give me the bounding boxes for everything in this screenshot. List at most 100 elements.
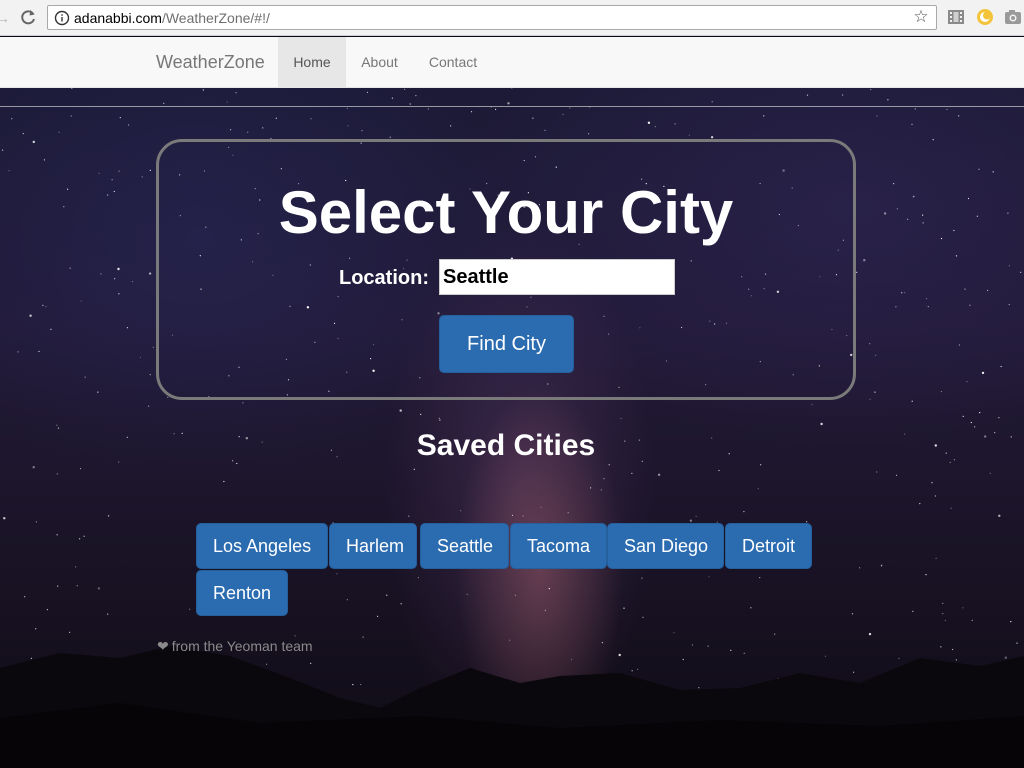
- star: [1, 149, 4, 151]
- star: [361, 130, 363, 132]
- star: [922, 214, 924, 216]
- star: [893, 183, 895, 185]
- star: [603, 478, 605, 480]
- star: [912, 610, 914, 612]
- saved-cities-title: Saved Cities: [416, 429, 596, 462]
- star: [760, 464, 762, 466]
- star: [391, 97, 393, 99]
- city-button-detroit[interactable]: Detroit: [725, 523, 812, 569]
- city-button-seattle[interactable]: Seattle: [420, 523, 509, 569]
- star: [152, 346, 154, 348]
- star: [953, 459, 956, 461]
- star: [945, 452, 947, 454]
- star: [22, 133, 24, 135]
- camera-extension-icon[interactable]: [1004, 9, 1024, 25]
- star: [608, 464, 610, 466]
- star: [967, 197, 970, 200]
- star: [1010, 436, 1012, 438]
- star: [932, 139, 934, 141]
- star: [856, 271, 858, 273]
- star: [3, 517, 6, 520]
- star: [887, 99, 889, 101]
- star: [111, 179, 113, 181]
- star: [743, 511, 745, 513]
- url-text: adanabbi.com/WeatherZone/#!/: [74, 9, 270, 27]
- city-button-los-angeles[interactable]: Los Angeles: [196, 523, 328, 569]
- star: [226, 101, 228, 103]
- star: [1000, 365, 1002, 368]
- star: [869, 398, 871, 400]
- star: [919, 503, 921, 505]
- star: [874, 391, 876, 393]
- star: [427, 108, 429, 110]
- star: [409, 103, 411, 105]
- star: [989, 472, 991, 474]
- star: [974, 426, 976, 428]
- film-extension-icon[interactable]: [947, 8, 965, 26]
- find-city-button[interactable]: Find City: [439, 315, 574, 373]
- star: [50, 328, 52, 330]
- location-input[interactable]: [439, 259, 675, 295]
- page-title: Select Your City: [278, 179, 734, 246]
- star: [922, 222, 924, 224]
- address-bar[interactable]: adanabbi.com/WeatherZone/#!/ ☆: [47, 5, 937, 30]
- star: [262, 127, 264, 129]
- url-host: adanabbi.com: [74, 10, 162, 26]
- star: [275, 117, 277, 119]
- star: [242, 402, 244, 404]
- star: [45, 306, 47, 308]
- reload-icon[interactable]: [18, 7, 38, 27]
- star: [58, 131, 60, 133]
- star: [413, 468, 415, 470]
- star: [43, 159, 46, 161]
- star: [495, 108, 497, 110]
- star: [57, 427, 60, 429]
- footer-text: from the Yeoman team: [171, 638, 313, 654]
- star: [42, 304, 44, 306]
- star: [32, 140, 35, 144]
- city-button-tacoma[interactable]: Tacoma: [510, 523, 607, 569]
- star: [903, 433, 906, 435]
- brand-link[interactable]: WeatherZone: [156, 37, 265, 88]
- star: [70, 115, 72, 117]
- star-icon[interactable]: ☆: [912, 8, 930, 26]
- saved-cities-list: Los Angeles Harlem Seattle Tacoma San Di…: [196, 523, 836, 619]
- star: [969, 304, 971, 306]
- back-arrow-icon[interactable]: →: [0, 9, 10, 27]
- star: [230, 129, 232, 131]
- star: [981, 371, 985, 375]
- star: [128, 124, 130, 126]
- star: [911, 400, 913, 402]
- star: [907, 218, 909, 220]
- city-button-san-diego[interactable]: San Diego: [607, 523, 724, 569]
- city-button-harlem[interactable]: Harlem: [329, 523, 417, 569]
- nav-item-about[interactable]: About: [346, 37, 413, 88]
- moon-extension-icon[interactable]: [976, 8, 994, 26]
- city-button-renton[interactable]: Renton: [196, 570, 288, 616]
- nav-item-contact[interactable]: Contact: [413, 37, 493, 88]
- star: [399, 409, 402, 412]
- star: [935, 557, 937, 559]
- star: [940, 391, 943, 393]
- star: [511, 514, 514, 516]
- star: [913, 195, 915, 197]
- star: [870, 89, 872, 91]
- star: [958, 115, 960, 117]
- star: [149, 374, 151, 376]
- star: [544, 129, 546, 131]
- star: [118, 293, 120, 295]
- star: [757, 488, 759, 490]
- info-icon[interactable]: [54, 10, 70, 26]
- nav-item-home[interactable]: Home: [278, 37, 346, 88]
- star: [79, 468, 82, 470]
- star: [964, 288, 966, 290]
- star: [1007, 212, 1009, 214]
- star: [984, 435, 987, 438]
- star: [688, 134, 690, 136]
- star: [511, 88, 513, 89]
- star: [590, 487, 592, 489]
- star: [532, 117, 534, 119]
- star: [987, 289, 989, 292]
- star: [876, 471, 878, 473]
- star: [958, 344, 961, 346]
